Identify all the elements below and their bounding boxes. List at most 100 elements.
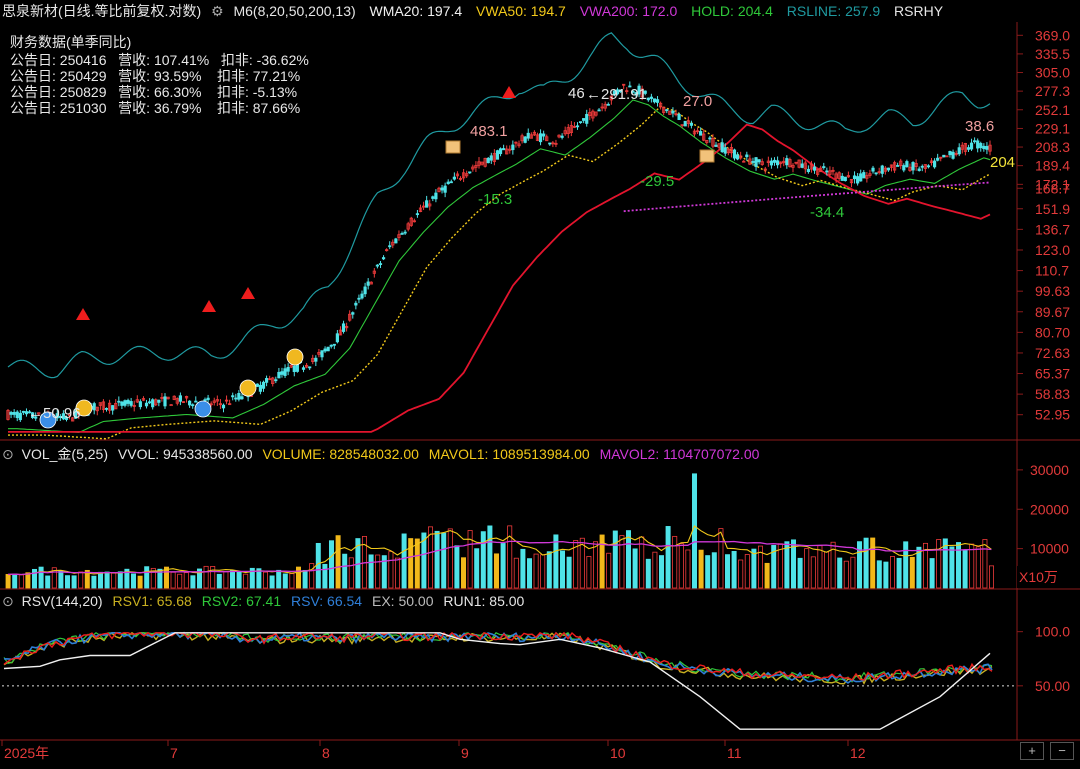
volume-bar (672, 535, 678, 589)
candle-body (206, 397, 210, 401)
candle-body (449, 181, 453, 184)
candle-body (15, 411, 19, 419)
annotation-high: 483.1 (470, 123, 508, 140)
candle-body (812, 166, 817, 171)
volume-bar (480, 531, 486, 589)
candle-body (434, 192, 438, 200)
y-tick-label: 252.1 (1035, 102, 1070, 118)
x-tick-label: 12 (850, 745, 866, 761)
volume-bar (843, 560, 849, 589)
candle-body (502, 148, 506, 151)
volume-bar (797, 557, 803, 589)
candle-body (575, 125, 580, 128)
expand-icon[interactable]: ⊙ (2, 446, 14, 462)
candle-body (375, 264, 380, 267)
candle-body (606, 103, 610, 106)
volume-bar (566, 556, 572, 589)
candle-body (335, 333, 339, 343)
candle-body (280, 371, 284, 375)
candle-body (117, 400, 121, 403)
candle-body (320, 350, 324, 358)
candle-body (446, 181, 450, 185)
y-tick-label: 10000 (1030, 541, 1069, 557)
hold-value: HOLD: 204.4 (691, 3, 773, 19)
candle-body (932, 160, 937, 168)
volume-bar (276, 569, 282, 589)
candle-body (9, 412, 13, 415)
candle-body (111, 405, 115, 411)
candle-body (120, 401, 124, 406)
x-tick-label: 7 (170, 745, 178, 761)
zoom-in-button[interactable]: + (1020, 742, 1044, 760)
volume-bar (414, 538, 420, 589)
volume-bar (837, 557, 843, 589)
y-tick-label: 100.0 (1035, 624, 1070, 640)
candle-body (314, 357, 318, 362)
candle-body (234, 397, 238, 400)
volume-bar (606, 552, 612, 589)
y-tick-label: 136.7 (1035, 221, 1070, 237)
volume-bar (216, 573, 222, 589)
candle-body (104, 408, 109, 410)
candle-body (976, 140, 980, 149)
volume-bar (692, 473, 698, 589)
candle-body (415, 213, 420, 216)
volume-bar (243, 573, 249, 589)
candle-body (394, 238, 398, 244)
zoom-out-button[interactable]: − (1050, 742, 1074, 760)
candle-body (757, 159, 761, 163)
volume-bar (487, 525, 493, 589)
volume-bar (375, 554, 381, 589)
vol-name[interactable]: VOL_金(5,25) (22, 446, 108, 462)
volume-bar (817, 545, 823, 589)
candle-body (902, 165, 906, 171)
candle-body (856, 176, 860, 184)
volume-bar (989, 565, 995, 589)
finance-title: 财务数据(单季同比) (10, 34, 132, 50)
annotation-high: 46 (568, 85, 585, 102)
candle-body (852, 175, 857, 180)
volume-bar (5, 574, 11, 589)
candle-body (326, 346, 330, 352)
candle-body (323, 348, 327, 352)
y-tick-label: 110.7 (1035, 263, 1069, 279)
expand-icon[interactable]: ⊙ (2, 593, 14, 609)
candle-body (157, 399, 161, 403)
rsv-header: ⊙ RSV(144,20) RSV1: 65.68 RSV2: 67.41 RS… (2, 593, 524, 610)
candle-body (871, 167, 875, 172)
settings-icon[interactable]: ⚙ (211, 3, 224, 19)
volume-bar (315, 542, 321, 589)
volume-bar (751, 548, 757, 589)
volume-bar (368, 554, 374, 589)
volume-bar (560, 550, 566, 589)
volume-bar (342, 553, 348, 589)
candle-body (714, 144, 718, 147)
rsv-name[interactable]: RSV(144,20) (22, 593, 103, 609)
volume-bar (619, 535, 625, 589)
run1-series (3, 632, 991, 730)
indicator-name[interactable]: M6(8,20,50,200,13) (233, 3, 355, 19)
annotation-pct: 27.0 (683, 93, 712, 110)
volume-bar (223, 571, 229, 589)
annotation-pct: -29.5 (640, 173, 674, 190)
candle-body (92, 403, 96, 411)
y-tick-label: 89.67 (1035, 304, 1070, 320)
candle-body (237, 393, 241, 400)
candle-body (548, 142, 552, 145)
candle-body (292, 365, 296, 373)
candle-body (283, 368, 287, 376)
mavol1-value: MAVOL1: 1089513984.00 (428, 446, 590, 462)
volume-bar (896, 557, 902, 589)
volume-value: VOLUME: 828548032.00 (262, 446, 419, 462)
y-tick-label: 80.70 (1035, 324, 1070, 340)
candle-body (357, 297, 361, 300)
candle-body (542, 133, 546, 137)
note-icon (445, 140, 461, 154)
volume-bar (302, 569, 308, 589)
candle-body (896, 165, 900, 167)
y-tick-label: 168.7 (1035, 180, 1070, 196)
y-tick-label: 20000 (1030, 501, 1069, 517)
volume-bar (447, 528, 453, 589)
buy-signal-icon (239, 379, 257, 397)
volume-bar (144, 566, 150, 589)
